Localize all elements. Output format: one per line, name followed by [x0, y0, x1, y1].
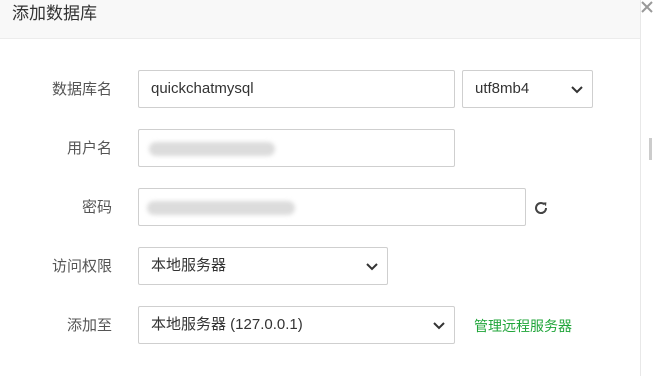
redacted-username — [149, 142, 275, 156]
db-name-input[interactable]: quickchatmysql — [138, 70, 455, 108]
add-to-value: 本地服务器 (127.0.0.1) — [151, 316, 303, 333]
redacted-password — [147, 201, 295, 215]
refresh-icon[interactable] — [532, 199, 550, 217]
dialog-title: 添加数据库 — [12, 4, 97, 23]
username-label: 用户名 — [66, 140, 112, 157]
username-input[interactable] — [138, 129, 455, 167]
access-select[interactable]: 本地服务器 — [138, 247, 388, 285]
charset-value: utf8mb4 — [475, 80, 530, 97]
chevron-down-icon — [366, 263, 378, 271]
scrollbar-handle[interactable] — [640, 138, 655, 160]
chevron-down-icon — [571, 86, 583, 94]
db-name-label: 数据库名 — [51, 81, 112, 98]
chevron-down-icon — [433, 322, 445, 330]
db-name-value: quickchatmysql — [151, 80, 254, 97]
manage-remote-servers-link[interactable]: 管理远程服务器 — [474, 316, 572, 336]
add-to-select[interactable]: 本地服务器 (127.0.0.1) — [138, 306, 455, 344]
access-value: 本地服务器 — [151, 257, 227, 274]
password-label: 密码 — [81, 199, 112, 216]
add-to-label: 添加至 — [66, 317, 112, 334]
dialog-header: 添加数据库 — [0, 0, 640, 39]
password-input[interactable] — [138, 188, 526, 226]
add-database-dialog: 添加数据库 数据库名 quickchatmysql utf8mb4 用户名 密码… — [0, 0, 641, 376]
close-icon[interactable] — [640, 0, 655, 14]
access-label: 访问权限 — [51, 258, 112, 275]
charset-select[interactable]: utf8mb4 — [462, 70, 593, 108]
